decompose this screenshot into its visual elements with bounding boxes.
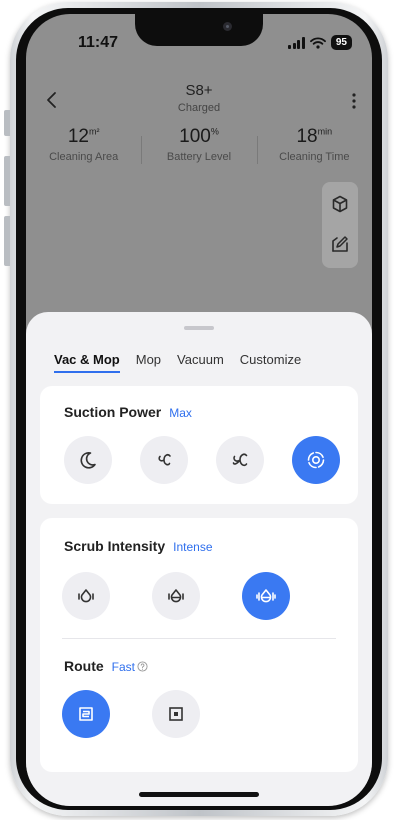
scrub-intensity-label: Scrub Intensity: [64, 538, 166, 554]
scrub-option-intense[interactable]: [242, 572, 290, 620]
battery-indicator: 95: [330, 35, 352, 50]
stat-label: Cleaning Area: [49, 151, 119, 163]
home-indicator: [139, 792, 259, 797]
stat-unit: %: [210, 126, 219, 137]
map-edit-icon[interactable]: [330, 234, 350, 254]
stat-unit: m²: [88, 126, 100, 137]
stat-unit: min: [317, 126, 333, 137]
sheet-drag-handle[interactable]: [184, 326, 214, 330]
suction-option-quiet[interactable]: [64, 436, 112, 484]
stat-value: 100: [179, 126, 211, 147]
status-time: 11:47: [78, 34, 119, 51]
mute-switch: [4, 110, 10, 136]
stat-label: Cleaning Time: [279, 151, 350, 163]
scrub-intensity-title: Scrub Intensity Intense: [64, 538, 213, 554]
card-divider: [62, 638, 336, 639]
stat-cleaning-area: 12m² Cleaning Area: [26, 126, 141, 170]
suction-power-label: Suction Power: [64, 404, 162, 420]
front-camera: [223, 22, 232, 31]
status-icons: 95: [288, 35, 352, 50]
help-icon[interactable]: [137, 661, 148, 672]
route-label: Route: [64, 658, 104, 674]
route-standard-icon: [169, 707, 183, 721]
mode-tabs: Vac & Mop Mop Vacuum Customize: [54, 352, 301, 373]
suction-option-balanced[interactable]: [140, 436, 188, 484]
cleaning-mode-sheet: Vac & Mop Mop Vacuum Customize Suction P…: [26, 312, 372, 806]
map-tools: [322, 182, 358, 268]
stat-label: Battery Level: [166, 151, 232, 163]
notch: [135, 14, 263, 46]
device-status: Charged: [177, 102, 221, 114]
mop-settings-card: Scrub Intensity Intense Route Fast: [40, 518, 358, 772]
route-option-fast[interactable]: [62, 690, 110, 738]
route-value: Fast: [111, 660, 136, 674]
volume-up-button: [4, 156, 10, 206]
scrub-moderate-icon: [168, 589, 184, 603]
stat-battery-level: 100% Battery Level: [141, 126, 256, 170]
tab-customize[interactable]: Customize: [240, 352, 301, 373]
route-fast-icon: [79, 707, 93, 721]
suction-option-max[interactable]: [292, 436, 340, 484]
scrub-option-mild[interactable]: [62, 572, 110, 620]
cleaning-stats: 12m² Cleaning Area 100% Battery Level 18…: [26, 126, 372, 170]
tab-vacuum[interactable]: Vacuum: [177, 352, 224, 373]
signal-icon: [288, 36, 305, 49]
wifi-icon: [309, 36, 326, 49]
stat-value: 18: [296, 126, 318, 147]
route-title: Route Fast: [64, 658, 148, 674]
3d-map-icon[interactable]: [330, 194, 350, 214]
quiet-mode-icon: [80, 452, 96, 469]
balanced-mode-icon: [158, 454, 171, 466]
volume-down-button: [4, 216, 10, 266]
scrub-option-moderate[interactable]: [152, 572, 200, 620]
suction-power-title: Suction Power Max: [64, 404, 192, 420]
max-mode-icon: [307, 451, 325, 469]
tab-mop[interactable]: Mop: [136, 352, 161, 373]
tab-vac-and-mop[interactable]: Vac & Mop: [54, 352, 120, 373]
stat-cleaning-time: 18min Cleaning Time: [256, 126, 372, 170]
more-options-icon[interactable]: [350, 92, 358, 110]
app-screen: 11:47 95 S8+ Charged 12m² Cleaning Area …: [26, 14, 372, 806]
scrub-intense-icon: [256, 589, 276, 603]
suction-option-turbo[interactable]: [216, 436, 264, 484]
turbo-mode-icon: [232, 453, 248, 467]
suction-power-card: Suction Power Max: [40, 386, 358, 504]
scrub-mild-icon: [78, 589, 94, 603]
scrub-intensity-value: Intense: [173, 540, 213, 554]
route-option-standard[interactable]: [152, 690, 200, 738]
device-name: S8+: [185, 82, 213, 99]
stat-value: 12: [67, 126, 89, 147]
suction-power-value: Max: [169, 406, 192, 420]
